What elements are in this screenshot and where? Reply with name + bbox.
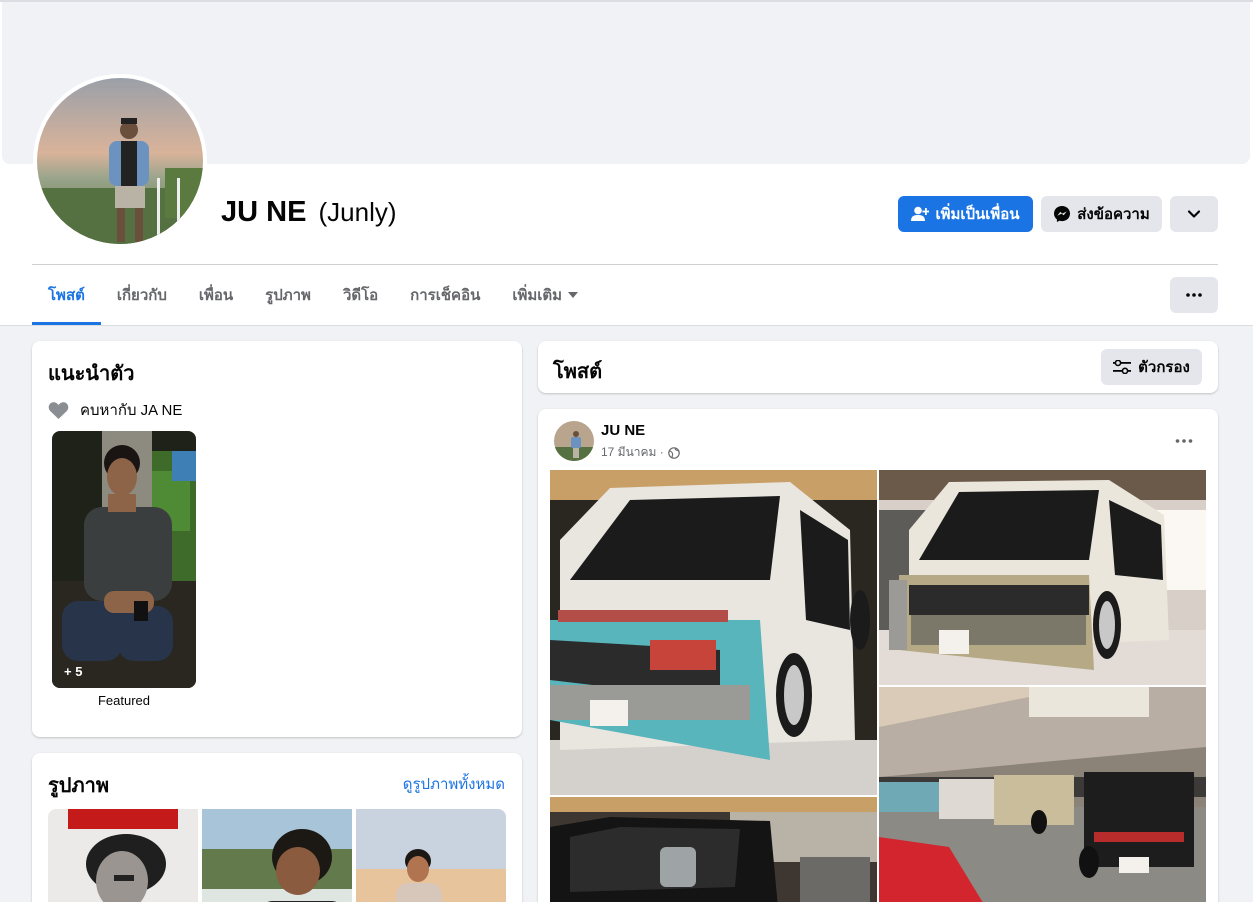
post-date[interactable]: 17 มีนาคม · [601, 443, 664, 462]
tab-label: โพสต์ [48, 287, 85, 304]
filter-label: ตัวกรอง [1138, 359, 1190, 376]
post-image[interactable] [879, 687, 1206, 902]
filter-button[interactable]: ตัวกรอง [1101, 349, 1202, 385]
intro-title: แนะนำตัว [48, 363, 135, 385]
heart-icon [48, 401, 69, 419]
photos-title: รูปภาพ [48, 775, 110, 797]
post-options-button[interactable] [1166, 423, 1202, 459]
avatar-image [37, 78, 203, 244]
profile-tabs: โพสต์ เกี่ยวกับ เพื่อน รูปภาพ วิดีโอ การ… [32, 265, 594, 325]
tab-posts[interactable]: โพสต์ [32, 265, 101, 325]
message-label: ส่งข้อความ [1077, 206, 1150, 223]
filter-icon [1113, 360, 1132, 374]
post-meta: 17 มีนาคม · [601, 443, 680, 462]
profile-dropdown-button[interactable] [1170, 196, 1218, 232]
more-options-button[interactable] [1170, 277, 1218, 313]
post-image[interactable] [879, 470, 1206, 685]
intro-card: แนะนำตัว คบหากับ JA NE + 5 Featured [32, 341, 522, 737]
relationship-text[interactable]: คบหากับ JA NE [80, 398, 182, 422]
featured-count: + 5 [64, 664, 83, 679]
photo-grid [48, 809, 506, 902]
posts-header-card: โพสต์ ตัวกรอง [538, 341, 1218, 393]
see-all-photos-link[interactable]: ดูรูปภาพทั้งหมด [403, 772, 505, 796]
featured-image [52, 431, 196, 688]
post-card: JU NE 17 มีนาคม · [538, 409, 1218, 902]
tab-label: เพื่อน [198, 287, 234, 304]
tab-label: เกี่ยวกับ [116, 287, 167, 304]
tab-label: รูปภาพ [265, 287, 311, 304]
globe-icon [668, 446, 680, 459]
messenger-icon [1054, 206, 1071, 222]
header-bottom-border [0, 325, 1253, 326]
post-author-name[interactable]: JU NE [601, 422, 645, 439]
tab-videos[interactable]: วิดีโอ [327, 265, 394, 325]
add-friend-label: เพิ่มเป็นเพื่อน [935, 206, 1020, 223]
photo-thumbnail[interactable] [202, 809, 352, 902]
tab-friends[interactable]: เพื่อน [183, 265, 249, 325]
profile-alternate-name: (Junly) [318, 197, 397, 227]
featured-label: Featured [97, 693, 151, 708]
profile-name: JU NE (Junly) [221, 196, 397, 229]
more-icon [1186, 293, 1202, 297]
more-icon [1175, 439, 1193, 443]
tab-label: การเช็คอิน [410, 287, 481, 304]
tab-checkins[interactable]: การเช็คอิน [394, 265, 496, 325]
photo-thumbnail[interactable] [48, 809, 198, 902]
post-image[interactable] [550, 797, 877, 902]
caret-down-icon [568, 292, 579, 298]
tab-more[interactable]: เพิ่มเติม [496, 265, 594, 325]
post-image[interactable] [550, 470, 877, 795]
photos-card: รูปภาพ ดูรูปภาพทั้งหมด [32, 753, 522, 902]
tab-label: วิดีโอ [342, 287, 379, 304]
message-button[interactable]: ส่งข้อความ [1041, 196, 1162, 232]
relationship-row: คบหากับ JA NE [48, 398, 182, 422]
tab-about[interactable]: เกี่ยวกับ [101, 265, 183, 325]
add-friend-button[interactable]: เพิ่มเป็นเพื่อน [898, 196, 1033, 232]
photo-thumbnail[interactable] [356, 809, 506, 902]
tab-label: เพิ่มเติม [512, 287, 563, 304]
chevron-down-icon [1187, 210, 1201, 218]
add-friend-icon [911, 206, 930, 221]
post-author-avatar[interactable] [554, 421, 594, 461]
profile-name-text: JU NE [221, 196, 307, 228]
featured-collection[interactable]: + 5 [52, 431, 196, 688]
profile-avatar[interactable] [33, 74, 207, 248]
posts-title: โพสต์ [553, 361, 603, 383]
tab-photos[interactable]: รูปภาพ [249, 265, 327, 325]
